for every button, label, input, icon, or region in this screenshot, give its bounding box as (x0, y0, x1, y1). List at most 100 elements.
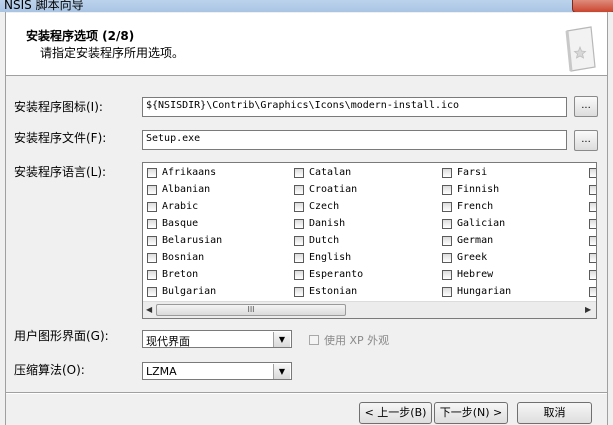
checkbox-box[interactable] (147, 218, 157, 229)
language-checkbox[interactable] (589, 216, 596, 231)
checkbox-box[interactable] (442, 252, 452, 263)
checkbox-box[interactable] (589, 235, 596, 246)
scroll-right-icon[interactable]: ▶ (585, 305, 591, 314)
chevron-down-icon[interactable]: ▼ (273, 332, 290, 347)
checkbox-box[interactable] (589, 269, 596, 280)
ui-label: 用户图形界面(G): (14, 329, 109, 343)
checkbox-box[interactable] (294, 201, 304, 212)
checkbox-box[interactable] (294, 218, 304, 229)
scroll-thumb[interactable]: III (156, 304, 346, 316)
language-checkbox[interactable]: Esperanto (294, 267, 363, 282)
language-checkbox[interactable] (589, 267, 596, 282)
language-label: Greek (457, 252, 488, 263)
language-checkbox[interactable]: Afrikaans (147, 165, 216, 180)
checkbox-box[interactable] (294, 269, 304, 280)
language-label: English (309, 252, 352, 263)
checkbox-box[interactable] (442, 184, 452, 195)
browse-icon-button[interactable]: ... (574, 96, 598, 117)
language-checkbox[interactable]: Finnish (442, 182, 499, 197)
cancel-button[interactable]: 取消 (517, 402, 592, 424)
language-checkbox[interactable] (589, 233, 596, 248)
language-label: Hebrew (457, 269, 494, 280)
checkbox-box[interactable] (147, 184, 157, 195)
language-checkbox[interactable]: Danish (294, 216, 345, 231)
next-button[interactable]: 下一步(N) > (434, 402, 508, 424)
compression-select-value: LZMA (146, 365, 177, 378)
language-checkbox[interactable] (589, 182, 596, 197)
browse-file-button[interactable]: ... (574, 130, 598, 151)
checkbox-box[interactable] (147, 201, 157, 212)
language-checkbox[interactable]: Belarusian (147, 233, 222, 248)
checkbox-box[interactable] (147, 269, 157, 280)
close-button[interactable] (572, 0, 613, 12)
language-label: Catalan (309, 167, 352, 178)
icon-label: 安装程序图标(I): (14, 100, 103, 114)
checkbox-box[interactable] (442, 218, 452, 229)
language-checkbox[interactable]: Bulgarian (147, 284, 216, 299)
checkbox-box[interactable] (147, 252, 157, 263)
icon-path-field[interactable]: ${NSISDIR}\Contrib\Graphics\Icons\modern… (142, 97, 567, 117)
wizard-book-icon (565, 26, 596, 72)
checkbox-box[interactable] (442, 201, 452, 212)
language-label: Czech (309, 201, 340, 212)
language-checkbox[interactable]: Hebrew (442, 267, 493, 282)
language-checkbox[interactable]: Albanian (147, 182, 210, 197)
language-list-scrollbar[interactable]: ◀ III ▶ (143, 301, 596, 318)
language-checkbox[interactable] (589, 284, 596, 299)
checkbox-box[interactable] (294, 184, 304, 195)
language-checkbox[interactable]: Farsi (442, 165, 487, 180)
language-label: German (457, 235, 494, 246)
language-checkbox[interactable]: French (442, 199, 493, 214)
compression-select[interactable]: LZMA ▼ (142, 362, 292, 380)
checkbox-box[interactable] (589, 252, 596, 263)
language-checkbox[interactable] (589, 199, 596, 214)
language-checkbox[interactable]: Arabic (147, 199, 198, 214)
back-button[interactable]: < 上一步(B) (359, 402, 432, 424)
language-checkbox[interactable]: Catalan (294, 165, 351, 180)
xp-style-checkbox: 使用 XP 外观 (309, 332, 389, 348)
title-bar: NSIS 脚本向导 (0, 0, 613, 12)
checkbox-box[interactable] (294, 167, 304, 178)
checkbox-box[interactable] (589, 286, 596, 297)
checkbox-box[interactable] (442, 235, 452, 246)
checkbox-box[interactable] (294, 252, 304, 263)
checkbox-box[interactable] (589, 218, 596, 229)
language-checkbox[interactable]: English (294, 250, 351, 265)
checkbox-box[interactable] (294, 286, 304, 297)
language-checkbox[interactable]: Estonian (294, 284, 357, 299)
language-checkbox[interactable]: Hungarian (442, 284, 511, 299)
checkbox-box[interactable] (147, 167, 157, 178)
xp-checkbox-box (309, 335, 319, 345)
output-file-field[interactable]: Setup.exe (142, 130, 567, 150)
language-label: Belarusian (162, 235, 223, 246)
language-checkbox[interactable]: Basque (147, 216, 198, 231)
checkbox-box[interactable] (442, 269, 452, 280)
checkbox-box[interactable] (589, 184, 596, 195)
language-list[interactable]: Afrikaans Catalan Farsi Albanian Croatian Fin… (142, 162, 597, 319)
language-checkbox[interactable]: Breton (147, 267, 198, 282)
chevron-down-icon[interactable]: ▼ (273, 364, 290, 379)
language-checkbox[interactable]: Galician (442, 216, 505, 231)
ui-select[interactable]: 现代界面 ▼ (142, 330, 292, 348)
checkbox-box[interactable] (442, 286, 452, 297)
language-label: Afrikaans (162, 167, 217, 178)
checkbox-box[interactable] (294, 235, 304, 246)
checkbox-box[interactable] (589, 167, 596, 178)
checkbox-box[interactable] (147, 286, 157, 297)
checkbox-box[interactable] (442, 167, 452, 178)
language-checkbox[interactable]: Czech (294, 199, 339, 214)
language-checkbox[interactable]: German (442, 233, 493, 248)
language-checkbox[interactable] (589, 165, 596, 180)
language-checkbox[interactable]: Greek (442, 250, 487, 265)
checkbox-box[interactable] (589, 201, 596, 212)
button-divider (6, 392, 607, 394)
language-label: Basque (162, 218, 199, 229)
language-checkbox[interactable]: Croatian (294, 182, 357, 197)
language-checkbox[interactable] (589, 250, 596, 265)
language-checkbox[interactable]: Bosnian (147, 250, 204, 265)
language-checkbox[interactable]: Dutch (294, 233, 339, 248)
language-label: Estonian (309, 286, 358, 297)
scroll-left-icon[interactable]: ◀ (146, 305, 152, 314)
language-label: Dutch (309, 235, 340, 246)
checkbox-box[interactable] (147, 235, 157, 246)
